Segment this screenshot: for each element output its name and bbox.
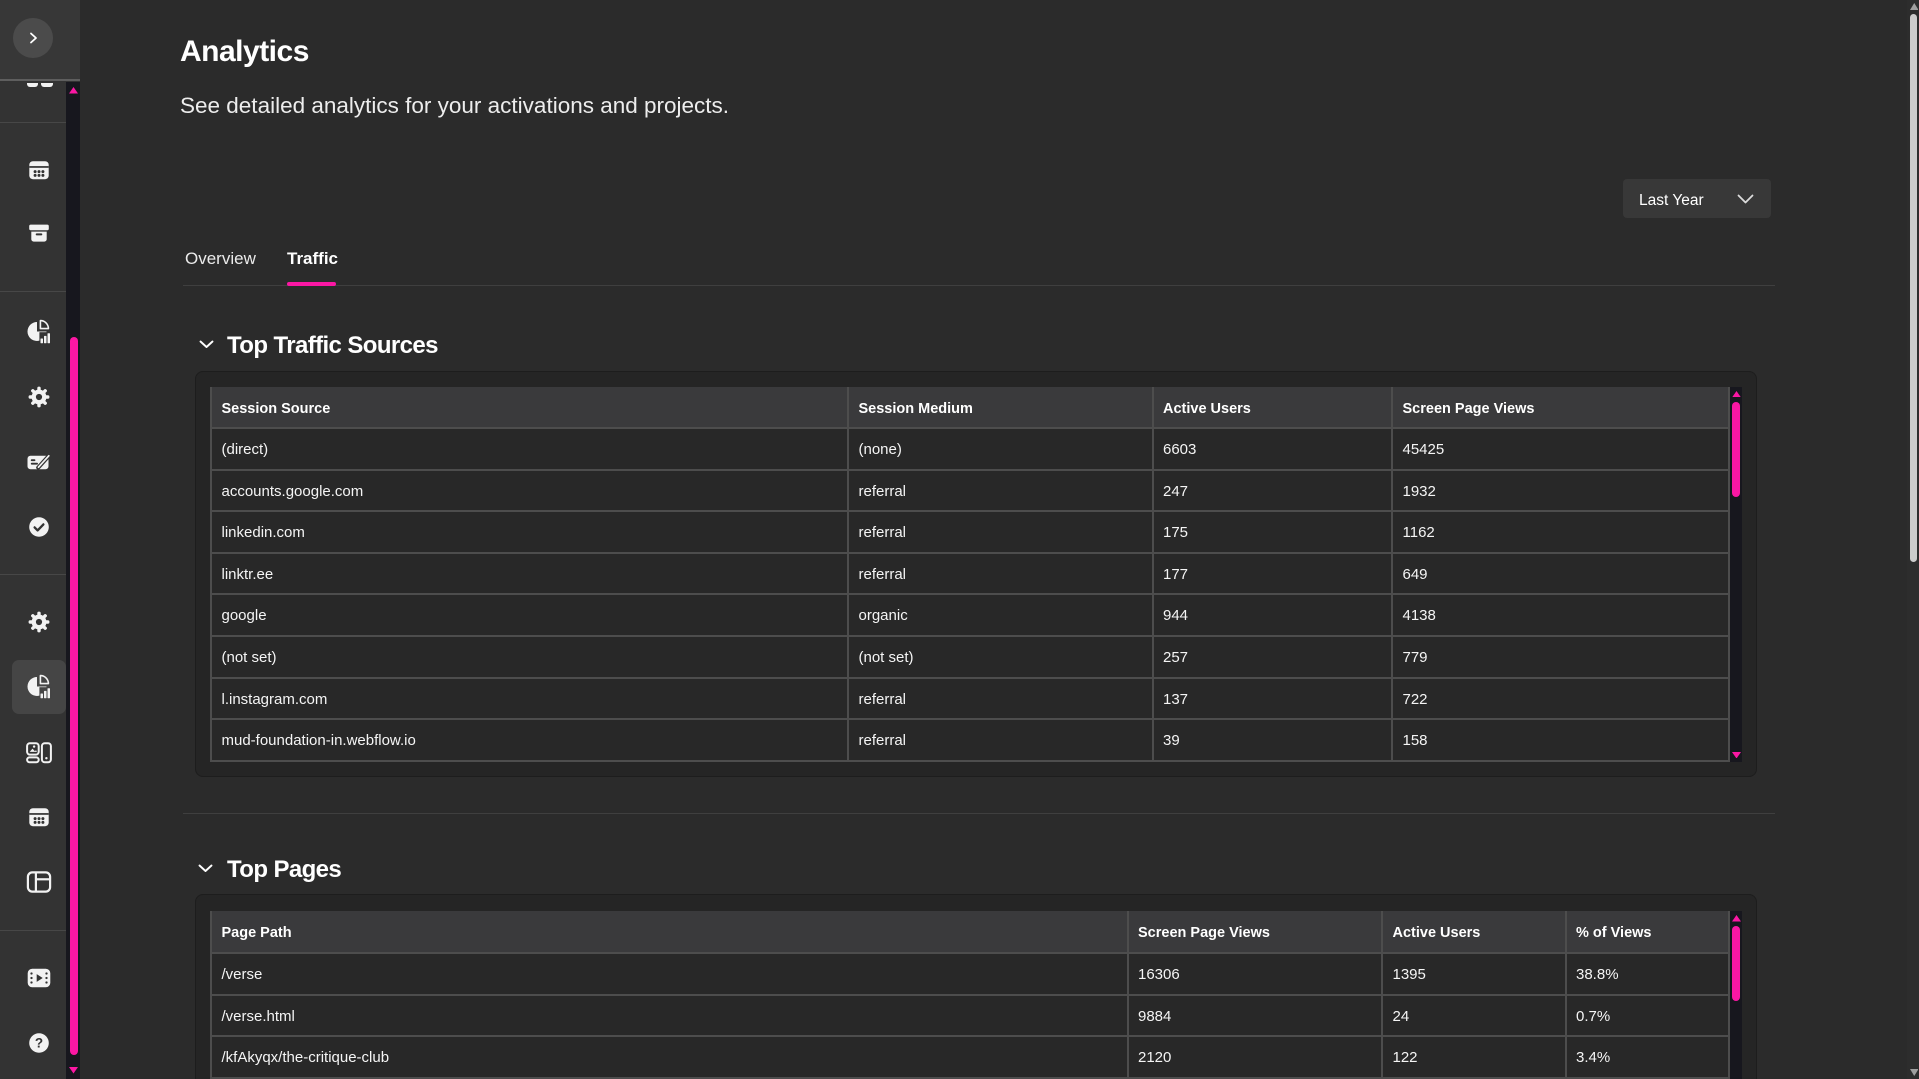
svg-text:?: ?	[35, 1036, 43, 1051]
